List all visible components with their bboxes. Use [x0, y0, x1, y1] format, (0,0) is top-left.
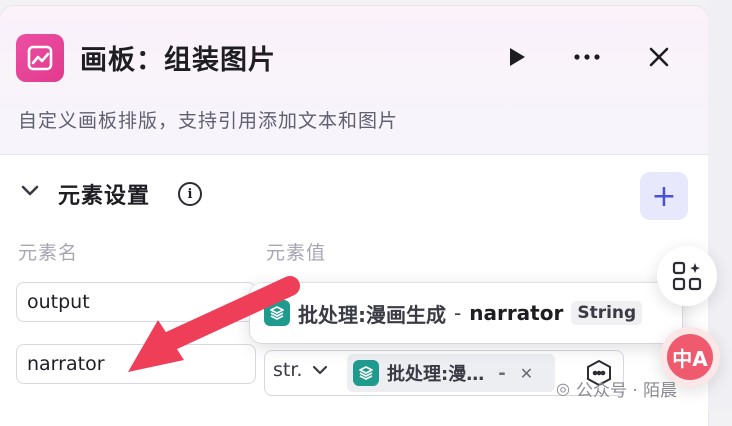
- layers-icon: [353, 360, 379, 386]
- section-title: 元素设置: [58, 184, 151, 209]
- canvas-node-icon: [16, 34, 64, 82]
- variable-reference-chip[interactable]: 批处理:漫… - ✕: [347, 354, 555, 392]
- watermark-text: 公众号 · 陌晨: [575, 381, 678, 401]
- plus-icon: +: [651, 178, 677, 214]
- info-icon[interactable]: i: [178, 182, 202, 206]
- collapse-toggle[interactable]: [20, 183, 40, 202]
- play-icon: [510, 48, 525, 66]
- more-button[interactable]: [570, 40, 604, 74]
- column-header-name: 元素名: [18, 242, 79, 264]
- add-element-button[interactable]: +: [640, 172, 688, 220]
- header-divider: [0, 154, 708, 155]
- panel-description: 自定义画板排版，支持引用添加文本和图片: [18, 110, 399, 132]
- apps-float-button[interactable]: [657, 246, 717, 306]
- run-button[interactable]: [500, 40, 534, 74]
- chip-remove-icon[interactable]: ✕: [520, 364, 533, 383]
- tooltip-separator: -: [454, 301, 462, 325]
- chevron-down-icon: [313, 365, 328, 375]
- tooltip-field-name: narrator: [469, 301, 564, 325]
- watermark: ◎ 公众号 · 陌晨: [556, 376, 677, 401]
- node-config-panel: 画板：组装图片 自定义画板排版，支持引用添加文本和图片 元素设置 i + 元素名…: [0, 6, 708, 426]
- variable-tooltip: 批处理:漫画生成 - narrator String: [250, 283, 682, 343]
- close-icon: [649, 47, 669, 67]
- column-header-value: 元素值: [266, 242, 327, 264]
- panel-title: 画板：组装图片: [80, 45, 276, 76]
- chip-separator: -: [498, 362, 506, 384]
- chevron-down-icon: [21, 185, 39, 196]
- apps-grid-icon: [672, 261, 702, 291]
- close-button[interactable]: [642, 40, 676, 74]
- more-dots-icon: [574, 54, 600, 60]
- annotation-arrow: [128, 276, 300, 372]
- type-badge: String: [571, 301, 643, 325]
- translate-icon: 中A: [667, 334, 713, 380]
- translate-float-button[interactable]: 中A: [660, 327, 720, 387]
- chip-label: 批处理:漫…: [387, 364, 485, 385]
- tooltip-node-name: 批处理:漫画生成: [298, 302, 446, 327]
- wechat-icon: ◎: [556, 379, 570, 398]
